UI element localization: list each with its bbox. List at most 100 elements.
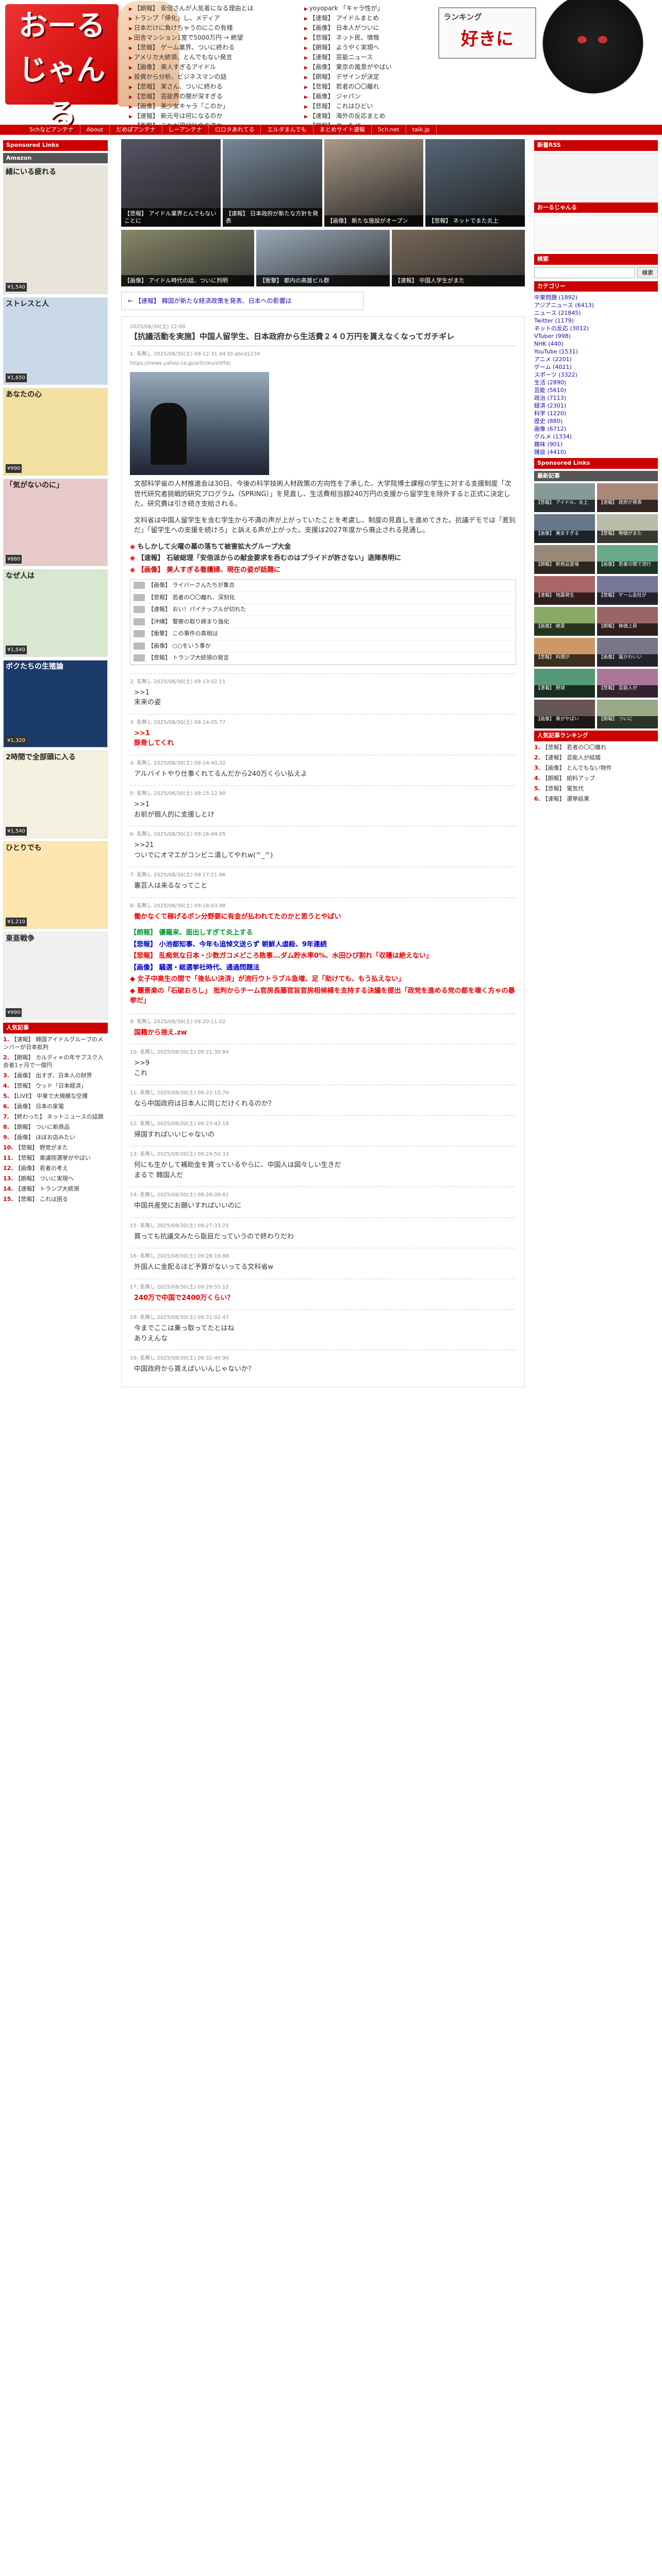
category-item[interactable]: ネットの反応 (3012) xyxy=(534,325,658,332)
op-source-link[interactable]: https://news.yahoo.co.jp/articles/e0ffdc xyxy=(130,361,231,366)
category-item[interactable]: ニュース (21845) xyxy=(534,309,658,317)
nav-item[interactable]: まとめサイト速報 xyxy=(313,125,372,134)
category-item[interactable]: 趣味 (901) xyxy=(534,440,658,448)
featured-card[interactable]: 【画像】 新たな施設がオープン xyxy=(324,139,424,227)
nav-item[interactable]: だめぽアンテナ xyxy=(110,125,162,134)
featured-card[interactable]: 【悲報】 アイドル業界とんでもないことに xyxy=(121,139,221,227)
related-list-item[interactable]: 【沖縄】 警察の取り締まり強化 xyxy=(130,616,516,628)
ranking-item[interactable]: 4. 【朗報】 給料アップ xyxy=(534,774,658,782)
related-list-item[interactable]: 【画像】 ○○をいう事か xyxy=(130,640,516,652)
ranking-item[interactable]: 9. 【画像】 ほぼお店みたい xyxy=(3,1133,108,1141)
related-list-item[interactable]: 【悲報】 若者の〇〇離れ、深刻化 xyxy=(130,592,516,604)
latest-thumb[interactable]: 【朗報】 新商品登場 xyxy=(534,545,595,574)
latest-thumb[interactable]: 【速報】 政府が発表 xyxy=(597,483,658,512)
amazon-ad[interactable]: なぜ人は ¥1,540 xyxy=(3,569,108,657)
category-item[interactable]: 中東問題 (1892) xyxy=(534,294,658,301)
amazon-ad[interactable]: ボクたちの生殖論 ¥1,320 xyxy=(3,660,108,748)
previous-article-link[interactable]: ← 【速報】 韓国が新たな経済政策を発表、日本への影響は xyxy=(121,292,363,310)
category-item[interactable]: 科学 (1220) xyxy=(534,410,658,417)
ranking-item[interactable]: 15. 【悲報】 これは困る xyxy=(3,1195,108,1203)
headline-link[interactable]: 【速報】 アイドルまとめ xyxy=(304,14,433,24)
nav-item[interactable]: しーアンテナ xyxy=(162,125,209,134)
ranking-item[interactable]: 13. 【朗報】 ついに実現へ xyxy=(3,1175,108,1182)
article-title[interactable]: 【抗議活動を実施】中国人留学生、日本政府から生活費２４０万円を貰えなくなってガチ… xyxy=(130,331,516,346)
ranking-item[interactable]: 6. 【速報】 選挙結果 xyxy=(534,795,658,803)
amazon-ad[interactable]: あなたの心 ¥990 xyxy=(3,388,108,476)
latest-thumb[interactable]: 【悲報】 物価がまた xyxy=(597,514,658,543)
amazon-ad[interactable]: 「気がないのに」 ¥880 xyxy=(3,479,108,566)
breaking-link[interactable]: 【朗報】 優羅来、面出しすぎて炎上する xyxy=(130,928,516,938)
category-item[interactable]: ゲーム (4021) xyxy=(534,363,658,371)
headline-link[interactable]: 【悲報】 ネット民、憤慨 xyxy=(304,33,433,43)
featured-card[interactable]: 【悲報】 ネットでまた炎上 xyxy=(425,139,525,227)
ranking-item[interactable]: 5. 【LIVE】 中東で大規模な空爆 xyxy=(3,1092,108,1100)
latest-thumb[interactable]: 【画像】 車がやばい xyxy=(534,700,595,728)
search-input[interactable] xyxy=(534,266,635,278)
ranking-banner[interactable]: ランキング 好きに xyxy=(438,7,536,59)
category-item[interactable]: アニメ (2201) xyxy=(534,355,658,363)
latest-thumb[interactable]: 【悲報】 アイドル、炎上 xyxy=(534,483,595,512)
category-item[interactable]: 政治 (7113) xyxy=(534,394,658,402)
latest-thumb[interactable]: 【画像】 美女すぎる xyxy=(534,514,595,543)
latest-thumb[interactable]: 【画像】 猫かわいい xyxy=(597,638,658,667)
headline-link[interactable]: 【悲報】 これはひどい xyxy=(304,102,433,112)
headline-link[interactable]: 【朗報】 ようやく実現へ xyxy=(304,43,433,53)
related-link[interactable]: ◆ もしかして火曜の墓の落ちて被害拡大グループ大金 xyxy=(130,542,516,552)
ranking-item[interactable]: 14. 【速報】 トランプ大統領 xyxy=(3,1185,108,1193)
category-item[interactable]: 経済 (2301) xyxy=(534,402,658,410)
nav-item[interactable]: ロロタあれてる xyxy=(209,125,261,134)
category-item[interactable]: スポーツ (3322) xyxy=(534,371,658,379)
category-item[interactable]: 芸能 (5610) xyxy=(534,386,658,394)
ranking-item[interactable]: 2. 【朗報】 カルディャの年サブスク入会者1ヶ月で一億円 xyxy=(3,1054,108,1069)
featured-card[interactable]: 【衝撃】 都内の高層ビル群 xyxy=(256,230,390,286)
latest-thumb[interactable]: 【朗報】 株価上昇 xyxy=(597,607,658,636)
ranking-item[interactable]: 10. 【悲報】 野党がまた xyxy=(3,1144,108,1151)
headline-link[interactable]: 【画像】 東京の風景がやばい xyxy=(304,63,433,73)
ranking-item[interactable]: 11. 【悲報】 衆議院選挙がやばい xyxy=(3,1154,108,1162)
featured-card[interactable]: 【速報】 日本政府が新たな方針を発表 xyxy=(222,139,322,227)
ranking-item[interactable]: 8. 【朗報】 ついに新商品 xyxy=(3,1123,108,1131)
category-item[interactable]: 歴史 (880) xyxy=(534,417,658,425)
amazon-ad[interactable]: 緒にいる疲れる ¥1,540 xyxy=(3,165,108,294)
ranking-item[interactable]: 12. 【画像】 若者の考え xyxy=(3,1164,108,1172)
category-item[interactable]: アジアニュース (6413) xyxy=(534,301,658,309)
site-logo[interactable]: おーる じゃんる xyxy=(5,4,119,131)
headline-link[interactable]: 【速報】 芸能ニュース xyxy=(304,53,433,63)
latest-thumb[interactable]: 【悲報】 ゲーム会社が xyxy=(597,576,658,605)
nav-item[interactable]: talk.jp xyxy=(406,125,437,134)
breaking-link[interactable]: ◆ 麗景楽の「石破おろし」 批判からチーム官房長藤官旨官房相候補を支持する決議を… xyxy=(130,986,516,1006)
breaking-link[interactable]: 【画像】 騒選・総選挙社時代、通過問題法 xyxy=(130,963,516,973)
headline-link[interactable]: 【速報】 海外の反応まとめ xyxy=(304,112,433,122)
ranking-item[interactable]: 1. 【速報】 韓国アイドルグループのメンバーが日本批判 xyxy=(3,1036,108,1051)
ranking-item[interactable]: 5. 【悲報】 電気代 xyxy=(534,785,658,792)
category-item[interactable]: 生活 (2890) xyxy=(534,379,658,386)
category-item[interactable]: YouTube (1531) xyxy=(534,348,658,355)
nav-item[interactable]: エルダまんでも xyxy=(261,125,313,134)
headline-link[interactable]: yoyopark 「キャラ性が」 xyxy=(304,4,433,14)
nav-item[interactable]: 5ch.net xyxy=(372,125,406,134)
category-item[interactable]: 雑談 (4410) xyxy=(534,448,658,456)
nav-item[interactable]: 5chなどアンテナ xyxy=(23,125,80,134)
ranking-item[interactable]: 4. 【悲報】 ウッド「日本経済」 xyxy=(3,1082,108,1090)
ranking-item[interactable]: 1. 【悲報】 若者の〇〇離れ xyxy=(534,743,658,751)
related-link[interactable]: ◆ 【速報】 石破総理「安倍派からの献金要求を呑むのはプライドが許さない」退陣表… xyxy=(130,553,516,564)
related-list-item[interactable]: 【悲報】 トランプ大統領の発言 xyxy=(130,652,516,665)
category-item[interactable]: グルメ (1334) xyxy=(534,433,658,440)
featured-card[interactable]: 【画像】 アイドル時代の話、ついに判明 xyxy=(121,230,255,286)
latest-thumb[interactable]: 【画像】 若者の間で流行 xyxy=(597,545,658,574)
ranking-item[interactable]: 7. 【終わった】 ネットニュースの話題 xyxy=(3,1113,108,1121)
ranking-item[interactable]: 3. 【画像】 出すぎ、日本人の財界 xyxy=(3,1072,108,1079)
headline-link[interactable]: 【画像】 ジャパン xyxy=(304,92,433,102)
amazon-ad[interactable]: ストレスと人 ¥1,650 xyxy=(3,297,108,385)
category-item[interactable]: 画像 (6712) xyxy=(534,425,658,433)
latest-thumb[interactable]: 【速報】 地震発生 xyxy=(534,576,595,605)
ranking-item[interactable]: 3. 【画像】 とんでもない物件 xyxy=(534,764,658,772)
amazon-ad[interactable]: 東亜戦争 ¥990 xyxy=(3,932,108,1020)
headline-link[interactable]: 【悲報】 若者の〇〇離れ xyxy=(304,82,433,92)
breaking-link[interactable]: ◆ 女子中高生の間で「後払い決済」が流行ウトラブル急増、足「助けても、もう払えな… xyxy=(130,974,516,985)
category-item[interactable]: VTuber (998) xyxy=(534,332,658,340)
related-list-item[interactable]: 【画像】 ライバーさんたちが集合 xyxy=(130,580,516,592)
ranking-item[interactable]: 2. 【速報】 芸能人が結婚 xyxy=(534,754,658,761)
headline-link[interactable]: 【画像】 日本人がついに xyxy=(304,24,433,33)
related-list-item[interactable]: 【衝撃】 この事件の真相は xyxy=(130,628,516,640)
